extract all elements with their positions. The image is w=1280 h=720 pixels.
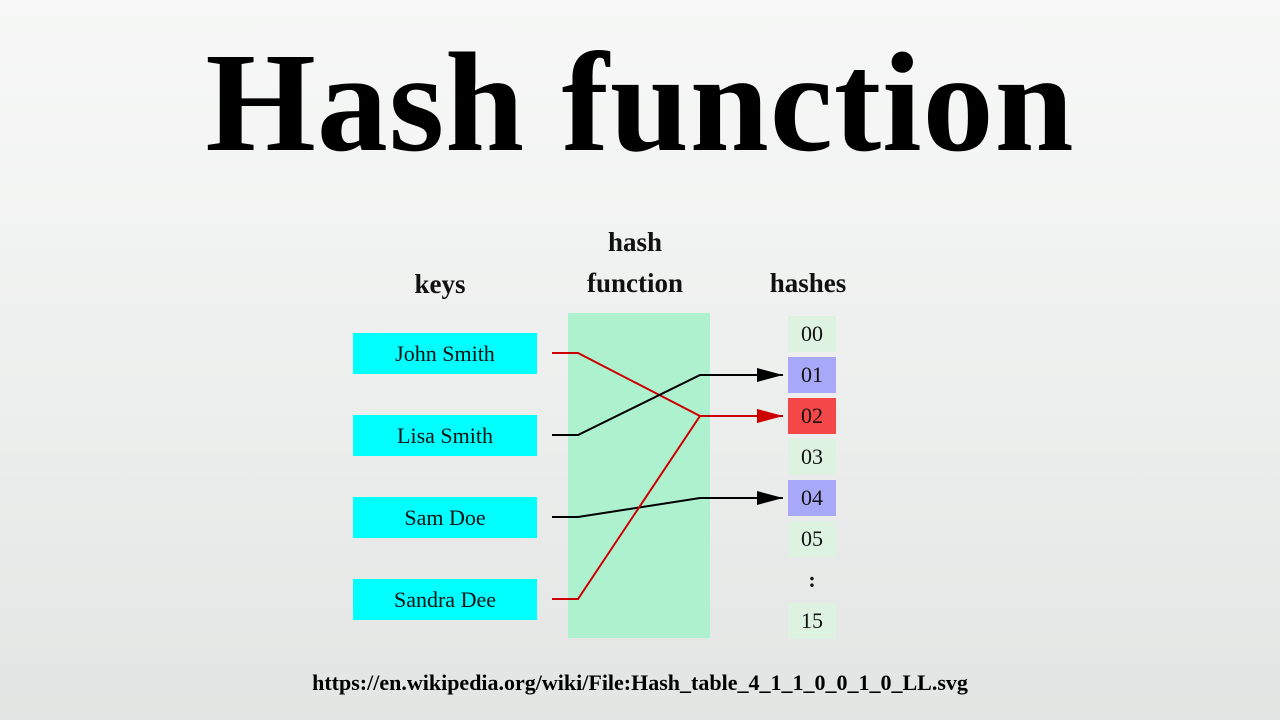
- mapping-arrows: [552, 352, 783, 600]
- source-url: https://en.wikipedia.org/wiki/File:Hash_…: [312, 670, 968, 695]
- mapping-arrow: [552, 491, 783, 518]
- mapping-arrow: [552, 409, 783, 600]
- mapping-arrow: [552, 368, 783, 436]
- mapping-arrow: [552, 352, 783, 423]
